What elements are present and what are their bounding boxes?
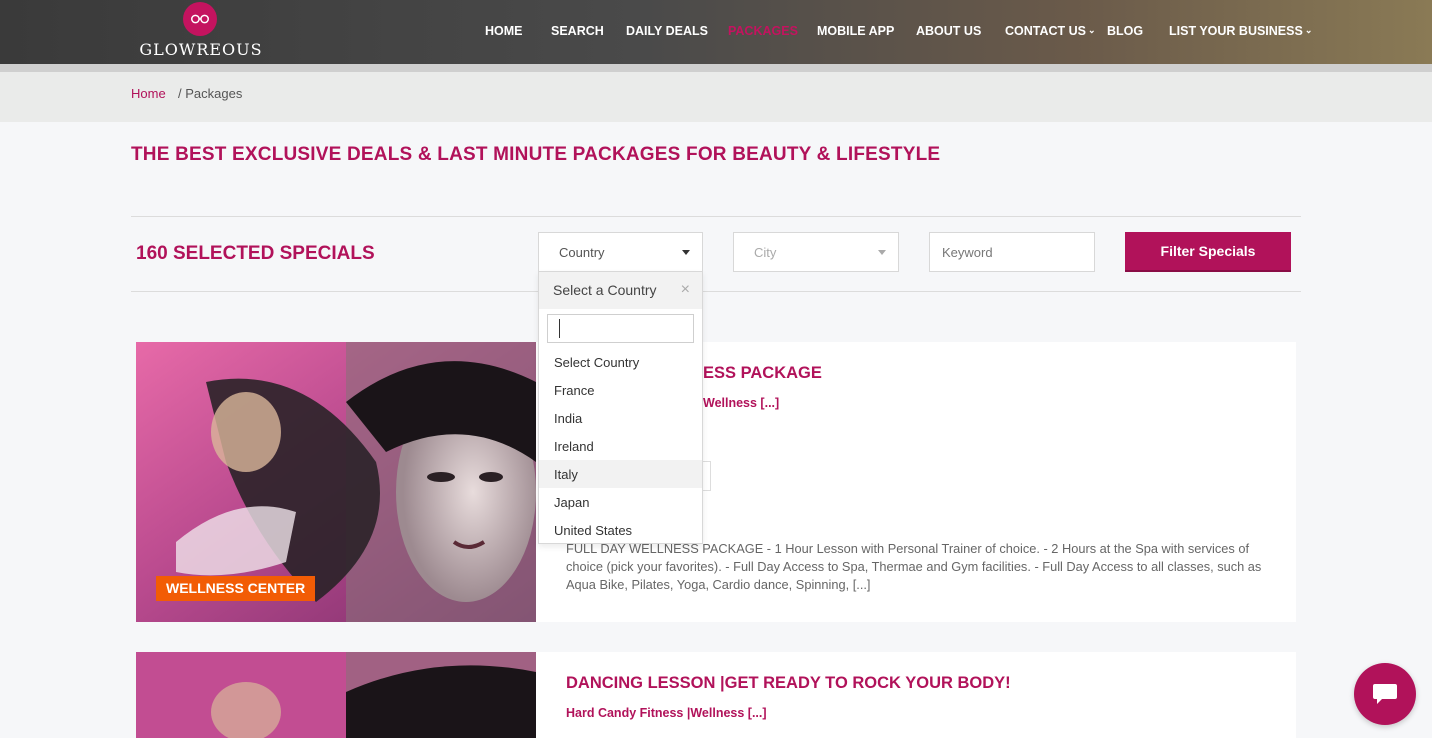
country-option[interactable]: France	[539, 376, 702, 404]
page-title: THE BEST EXCLUSIVE DEALS & LAST MINUTE P…	[131, 144, 941, 165]
dropdown-header: Select a Country	[539, 272, 702, 309]
country-option-highlighted[interactable]: Italy	[539, 460, 702, 488]
caret-down-icon	[878, 250, 886, 255]
nav-daily-deals[interactable]: DAILY DEALS	[626, 24, 708, 38]
country-option[interactable]: United States	[539, 516, 702, 544]
country-dropdown: Select a Country × Select Country France…	[538, 271, 703, 544]
nav-contact-us-label: CONTACT US	[1005, 24, 1087, 38]
package-subtitle[interactable]: Wellness [...]	[703, 396, 779, 410]
country-option[interactable]: Japan	[539, 488, 702, 516]
chat-button[interactable]	[1354, 663, 1416, 725]
nav-contact-us[interactable]: CONTACT US ⌄	[1005, 24, 1096, 38]
country-option[interactable]: Select Country	[539, 348, 702, 376]
nav-blog[interactable]: BLOG	[1107, 24, 1143, 38]
nav-search[interactable]: SEARCH	[551, 24, 604, 38]
breadcrumb-home-link[interactable]: Home	[131, 86, 166, 101]
package-image[interactable]	[136, 652, 536, 738]
city-select[interactable]: City	[733, 232, 899, 272]
package-image[interactable]: WELLNESS CENTER	[136, 342, 536, 622]
package-title[interactable]: ESS PACKAGE	[703, 364, 822, 383]
site-logo[interactable]: GLOWREOUS	[137, 2, 265, 60]
glasses-icon	[183, 2, 217, 36]
country-option[interactable]: Ireland	[539, 432, 702, 460]
filter-specials-button[interactable]: Filter Specials	[1125, 232, 1291, 272]
country-select[interactable]: Country	[538, 232, 703, 272]
nav-home[interactable]: HOME	[485, 24, 523, 38]
city-select-label: City	[754, 245, 777, 260]
package-subtitle[interactable]: Hard Candy Fitness |Wellness [...]	[566, 706, 767, 720]
divider	[131, 291, 1301, 292]
close-icon[interactable]: ×	[681, 281, 690, 299]
package-card[interactable]: WELLNESS CENTER ESS PACKAGE Wellness [..…	[136, 342, 1296, 622]
country-option[interactable]: India	[539, 404, 702, 432]
package-description: FULL DAY WELLNESS PACKAGE - 1 Hour Lesso…	[566, 541, 1262, 592]
chat-bubble-icon	[1373, 684, 1397, 704]
nav-list-your-business[interactable]: LIST YOUR BUSINESS ⌄	[1169, 24, 1312, 38]
nav-packages[interactable]: PACKAGES	[728, 24, 798, 38]
nav-about-us[interactable]: ABOUT US	[916, 24, 981, 38]
category-badge: WELLNESS CENTER	[156, 576, 316, 601]
nav-mobile-app[interactable]: MOBILE APP	[817, 24, 894, 38]
country-select-label: Country	[559, 245, 605, 260]
country-search-input[interactable]	[547, 314, 694, 343]
dropdown-header-label: Select a Country	[553, 282, 657, 298]
chevron-down-icon: ⌄	[1304, 25, 1313, 35]
caret-down-icon	[682, 250, 690, 255]
keyword-input[interactable]	[929, 232, 1095, 272]
package-card[interactable]: DANCING LESSON |GET READY TO ROCK YOUR B…	[136, 652, 1296, 738]
divider	[131, 216, 1301, 217]
breadcrumb-current: / Packages	[178, 86, 243, 101]
chevron-down-icon: ⌄	[1088, 25, 1096, 35]
nav-list-your-business-label: LIST YOUR BUSINESS	[1169, 24, 1303, 38]
brand-name: GLOWREOUS	[139, 40, 263, 59]
text-cursor	[559, 319, 560, 338]
specials-count: 160 SELECTED SPECIALS	[136, 243, 375, 264]
package-title[interactable]: DANCING LESSON |GET READY TO ROCK YOUR B…	[566, 674, 1011, 693]
